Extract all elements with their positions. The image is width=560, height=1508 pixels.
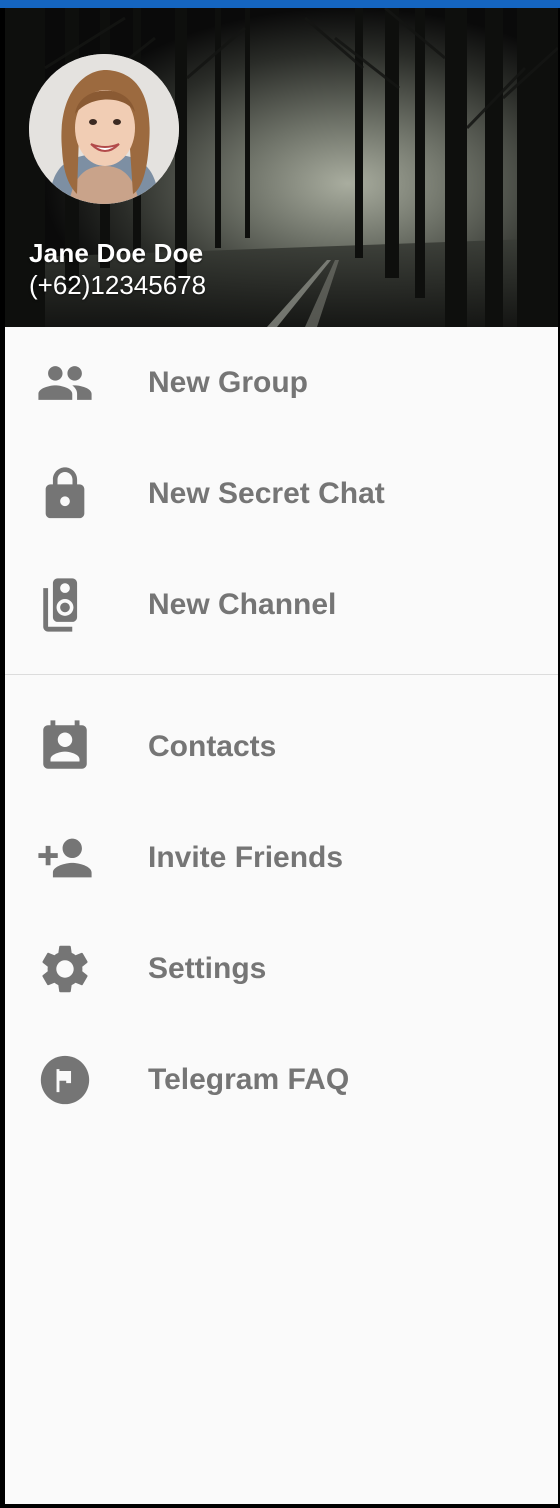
menu-label-telegram-faq: Telegram FAQ: [148, 1062, 350, 1096]
avatar-photo: [29, 54, 179, 204]
user-name: Jane Doe Doe: [29, 238, 204, 268]
menu-label-settings: Settings: [148, 951, 267, 985]
gear-icon: [35, 939, 95, 999]
navigation-drawer: Jane Doe Doe (+62)12345678 New Group New…: [5, 8, 558, 1504]
status-accent-bar: [0, 0, 560, 8]
speaker-icon: [35, 575, 95, 635]
contacts-icon: [35, 717, 95, 777]
menu-item-contacts[interactable]: Contacts: [5, 691, 558, 802]
menu-label-new-channel: New Channel: [148, 587, 337, 621]
help-flag-icon: [35, 1050, 95, 1110]
user-phone: (+62)12345678: [29, 270, 207, 300]
menu-item-new-channel[interactable]: New Channel: [5, 549, 558, 660]
lock-icon: [35, 464, 95, 524]
menu-item-settings[interactable]: Settings: [5, 913, 558, 1024]
menu-label-new-group: New Group: [148, 365, 309, 399]
menu-item-invite-friends[interactable]: Invite Friends: [5, 802, 558, 913]
group-icon: [35, 353, 95, 413]
menu-item-telegram-faq[interactable]: Telegram FAQ: [5, 1024, 558, 1135]
menu-item-new-secret-chat[interactable]: New Secret Chat: [5, 438, 558, 549]
menu-label-contacts: Contacts: [148, 729, 277, 763]
menu-label-invite-friends: Invite Friends: [148, 840, 344, 874]
menu-item-new-group[interactable]: New Group: [5, 327, 558, 438]
avatar[interactable]: [29, 54, 179, 204]
drawer-header: Jane Doe Doe (+62)12345678: [5, 8, 558, 327]
drawer-menu: New Group New Secret Chat New Channel Co…: [5, 327, 558, 1135]
person-add-icon: [35, 828, 95, 888]
menu-label-new-secret-chat: New Secret Chat: [148, 476, 385, 510]
menu-divider: [5, 674, 558, 675]
